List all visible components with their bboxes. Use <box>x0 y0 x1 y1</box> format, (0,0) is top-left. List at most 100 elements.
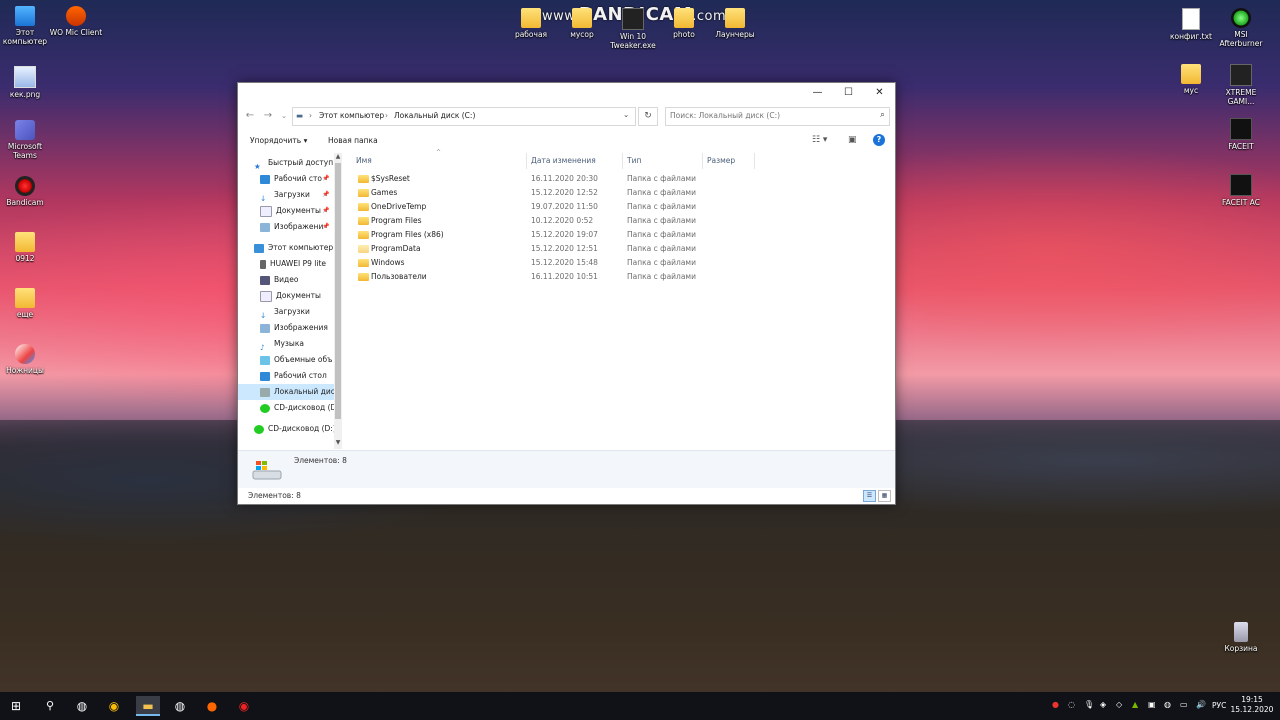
desktop-icon-musor[interactable]: мусор <box>553 8 611 39</box>
column-header-name[interactable]: Имя <box>352 153 527 169</box>
search-input[interactable] <box>666 108 870 123</box>
preview-pane-icon[interactable]: ▣ <box>848 135 857 145</box>
nav-scrollbar[interactable]: ▲ ▼ <box>334 153 342 449</box>
wo-mic-icon[interactable]: ● <box>202 696 222 716</box>
network-tray-icon[interactable]: ▭ <box>1180 700 1188 709</box>
nav-item-documents-pinned[interactable]: Документы 📌 <box>238 203 342 219</box>
help-icon[interactable]: ? <box>873 134 885 146</box>
file-row[interactable]: Program Files 10.12.2020 0:52 Папка с файл… <box>352 214 702 228</box>
file-row[interactable]: Пользователи 16.11.2020 10:51 Папка с файл… <box>352 270 702 284</box>
documents-icon <box>260 290 272 302</box>
folder-icon <box>725 8 745 28</box>
nav-item-documents[interactable]: Документы <box>238 288 342 304</box>
desktop-icon-teams[interactable]: Microsoft Teams <box>0 120 54 160</box>
address-bar[interactable]: ▬ › Этот компьютер › Локальный диск (C:)… <box>292 107 636 126</box>
tray-app-icon[interactable]: ◇ <box>1116 700 1122 709</box>
back-arrow-icon[interactable]: ← <box>242 107 258 125</box>
scroll-thumb[interactable] <box>335 163 341 419</box>
search-icon[interactable]: ⚲ <box>40 696 60 716</box>
tray-app-icon[interactable]: ◍ <box>1164 700 1171 709</box>
scroll-down-icon[interactable]: ▼ <box>334 439 342 446</box>
breadcrumb-this-pc[interactable]: Этот компьютер <box>319 111 384 120</box>
search-box[interactable]: ⌕ <box>665 107 890 126</box>
close-button[interactable]: ✕ <box>864 83 895 103</box>
organize-button[interactable]: Упорядочить ▾ <box>250 136 307 145</box>
nav-item-3d-objects[interactable]: Объемные объ <box>238 352 342 368</box>
music-icon: ♪ <box>260 342 265 352</box>
new-folder-button[interactable]: Новая папка <box>328 136 378 145</box>
refresh-icon[interactable]: ↻ <box>638 107 658 126</box>
nav-item-desktop[interactable]: Рабочий стол <box>238 368 342 384</box>
nav-item-quick-access[interactable]: ★ Быстрый доступ <box>238 155 342 171</box>
desktop-icon-0912[interactable]: 0912 <box>0 232 54 263</box>
column-header-type[interactable]: Тип <box>623 153 703 169</box>
desktop-icon-photo[interactable]: photo <box>655 8 713 39</box>
nav-item-cd-drive[interactable]: CD-дисковод (D <box>238 400 342 416</box>
bandicam-icon[interactable]: ◉ <box>234 696 254 716</box>
column-header-size[interactable]: Размер <box>703 153 755 169</box>
tray-app-icon[interactable]: ◈ <box>1100 700 1106 709</box>
file-row[interactable]: $SysReset 16.11.2020 20:30 Папка с файлами <box>352 172 702 186</box>
maximize-button[interactable]: ☐ <box>833 83 864 103</box>
search-icon[interactable]: ⌕ <box>880 110 885 120</box>
desktop-icon-kek-png[interactable]: кек.png <box>0 66 54 99</box>
nvidia-tray-icon[interactable]: ▲ <box>1132 700 1138 709</box>
forward-arrow-icon[interactable]: → <box>260 107 276 125</box>
navigation-pane[interactable]: ★ Быстрый доступ Рабочий сто 📌 ↓ Загрузки 📌 … <box>238 153 342 449</box>
desktop-icon-launchers[interactable]: Лаунчеры <box>706 8 764 39</box>
large-icons-view-icon[interactable]: ▦ <box>878 490 891 502</box>
desktop-icon-esche[interactable]: еще <box>0 288 54 319</box>
column-header-date[interactable]: Дата изменения <box>527 153 623 169</box>
file-row[interactable]: Program Files (x86) 15.12.2020 19:07 Папка… <box>352 228 702 242</box>
file-row[interactable]: ProgramData 15.12.2020 12:51 Папка с файла… <box>352 242 702 256</box>
desktop-icon-scissors[interactable]: Ножницы <box>0 344 54 375</box>
nav-item-cd-drive-root[interactable]: CD-дисковод (D:) <box>238 421 342 437</box>
scroll-up-icon[interactable]: ▲ <box>334 153 342 160</box>
explorer-window[interactable]: — ☐ ✕ ← → ⌄ ▬ › Этот компьютер › Локальн… <box>237 82 896 505</box>
desktop-icon-this-pc[interactable]: Этот компьютер <box>0 6 54 46</box>
scissors-icon <box>15 344 35 364</box>
start-icon[interactable]: ⊞ <box>6 696 26 716</box>
steam-icon[interactable]: ◍ <box>72 696 92 716</box>
status-item-count: Элементов: 8 <box>248 491 301 500</box>
explorer-icon[interactable]: ▬ <box>136 696 160 716</box>
microphone-tray-icon[interactable]: 🎙 <box>1084 700 1094 709</box>
volume-tray-icon[interactable]: 🔊 <box>1196 700 1206 709</box>
address-dropdown-icon[interactable]: ⌄ <box>623 110 629 119</box>
change-view-icon[interactable]: ☷ ▾ <box>812 135 827 145</box>
nav-item-pictures[interactable]: Изображения <box>238 320 342 336</box>
nav-item-music[interactable]: ♪ Музыка <box>238 336 342 352</box>
desktop-icon-msi-afterburner[interactable]: MSI Afterburner <box>1212 8 1270 48</box>
desktop-icon-xtreme-gaming[interactable]: XTREME GAMI... <box>1212 64 1270 106</box>
nav-item-pictures-pinned[interactable]: Изображени 📌 <box>238 219 342 235</box>
file-row[interactable]: OneDriveTemp 19.07.2020 11:50 Папка с файл… <box>352 200 702 214</box>
desktop-icon-faceit[interactable]: FACEIT <box>1212 118 1270 151</box>
nav-item-this-pc[interactable]: Этот компьютер <box>238 240 342 256</box>
file-row[interactable]: Windows 15.12.2020 15:48 Папка с файлами <box>352 256 702 270</box>
desktop-icon-win10-tweaker[interactable]: Win 10 Tweaker.exe <box>604 8 662 50</box>
record-tray-icon[interactable]: ● <box>1052 700 1059 709</box>
nav-item-video[interactable]: Видео <box>238 272 342 288</box>
minimize-button[interactable]: — <box>802 83 833 103</box>
recent-chevron-icon[interactable]: ⌄ <box>276 107 292 125</box>
title-bar[interactable]: — ☐ ✕ <box>238 83 895 103</box>
nav-item-local-disk[interactable]: Локальный дис <box>238 384 342 400</box>
breadcrumb-local-disk[interactable]: Локальный диск (C:) <box>394 111 475 120</box>
desktop-icon-rabochaya[interactable]: рабочая <box>502 8 560 39</box>
details-view-icon[interactable]: ☰ <box>863 490 876 502</box>
nav-item-huawei[interactable]: HUAWEI P9 lite <box>238 256 342 272</box>
nav-item-downloads-pinned[interactable]: ↓ Загрузки 📌 <box>238 187 342 203</box>
desktop-icon-faceit-ac[interactable]: FACEIT AC <box>1212 174 1270 207</box>
tray-app-icon[interactable]: ◌ <box>1068 700 1075 709</box>
desktop-icon-bandicam[interactable]: Bandicam <box>0 176 54 207</box>
nav-item-downloads[interactable]: ↓ Загрузки <box>238 304 342 320</box>
desktop-icon-recycle-bin[interactable]: Корзина <box>1212 622 1270 653</box>
nav-item-desktop-pinned[interactable]: Рабочий сто 📌 <box>238 171 342 187</box>
file-row[interactable]: Games 15.12.2020 12:52 Папка с файлами <box>352 186 702 200</box>
language-indicator[interactable]: РУС <box>1212 701 1226 710</box>
steam-icon[interactable]: ◍ <box>170 696 190 716</box>
taskbar-clock[interactable]: 19:15 15.12.2020 <box>1228 695 1276 715</box>
desktop-icon-wo-mic[interactable]: WO Mic Client <box>47 6 105 37</box>
chrome-icon[interactable]: ◉ <box>104 696 124 716</box>
tray-app-icon[interactable]: ▣ <box>1148 700 1156 709</box>
